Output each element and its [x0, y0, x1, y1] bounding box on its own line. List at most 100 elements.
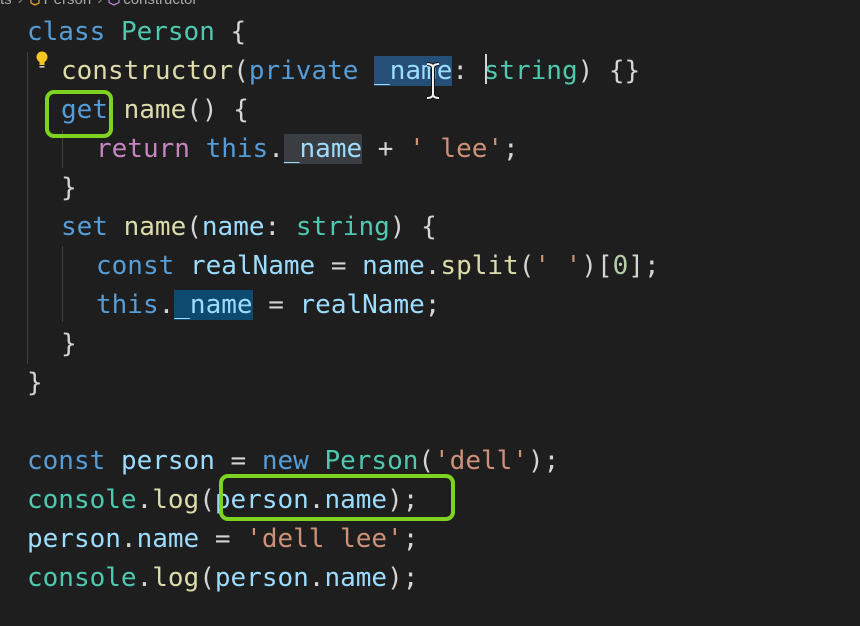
token-return: return: [96, 134, 190, 164]
token-property: name: [324, 563, 388, 593]
token-prop-highlighted: _name: [283, 134, 363, 164]
indent-guide: [62, 246, 63, 322]
token-method: log: [152, 563, 200, 593]
token-class-name: Person: [324, 446, 419, 476]
breadcrumb-separator: ›: [97, 0, 102, 8]
token-property: name: [136, 524, 200, 554]
token-paren: (: [233, 56, 249, 86]
token-object: person: [214, 563, 309, 593]
text-caret: [485, 54, 487, 84]
token-brace: }: [61, 173, 77, 203]
token-set-keyword: set: [61, 212, 108, 242]
code-line-5: }: [61, 171, 77, 205]
indent-guide: [27, 52, 28, 364]
token-dot: .: [136, 485, 153, 515]
token-punctuation: )[: [581, 251, 613, 281]
token-punctuation: () {: [186, 95, 249, 125]
token-keyword: class: [27, 17, 106, 47]
token-operator: =: [214, 446, 262, 476]
class-icon: [30, 0, 40, 6]
token-punctuation: );: [387, 563, 419, 593]
breadcrumb-item-method[interactable]: constructor: [123, 0, 197, 8]
token-this: this: [205, 134, 269, 164]
token-variable: realName: [189, 251, 316, 281]
token-paren: ): [577, 56, 594, 86]
token-brace: {: [230, 17, 247, 47]
token-punctuation: ) {: [389, 212, 437, 242]
lightbulb-icon[interactable]: [34, 50, 50, 70]
code-line-9: }: [61, 327, 77, 361]
token-operator: =: [315, 251, 363, 281]
token-semicolon: ;: [503, 134, 519, 164]
token-object: person: [27, 524, 121, 554]
token-number: 0: [612, 251, 629, 281]
code-line-15: console.log(person.name);: [27, 561, 418, 595]
token-punctuation: ];: [628, 251, 660, 281]
token-semicolon: ;: [424, 290, 441, 320]
token-dot: .: [424, 251, 441, 281]
token-dot: .: [158, 290, 175, 320]
code-line-2: constructor(private _name: string) {}: [61, 54, 640, 88]
token-semicolon: ;: [402, 524, 419, 554]
breadcrumb: ts › Person › constructor: [0, 0, 197, 9]
token-prop-highlighted: _name: [174, 290, 253, 320]
token-getter-name: name: [123, 95, 187, 125]
token-const: const: [27, 446, 106, 476]
token-console: console: [27, 485, 137, 515]
token-dot: .: [136, 563, 153, 593]
code-line-1: class Person {: [27, 15, 246, 49]
token-variable: realName: [299, 290, 425, 320]
token-console: console: [27, 563, 137, 593]
token-string: 'dell': [434, 446, 528, 476]
ibeam-cursor-icon: [426, 62, 440, 100]
token-this: this: [96, 290, 159, 320]
token-brace: }: [61, 329, 77, 359]
token-paren: (: [186, 212, 202, 242]
annotation-box-person-name: [219, 474, 455, 521]
token-new: new: [261, 446, 309, 476]
token-operator: =: [252, 290, 300, 320]
breadcrumb-separator: ›: [18, 0, 23, 8]
token-paren: (: [199, 563, 215, 593]
token-const: const: [96, 251, 175, 281]
token-method: split: [440, 251, 519, 281]
breadcrumb-item-file[interactable]: ts: [0, 0, 12, 8]
token-colon: :: [264, 212, 281, 242]
token-variable: person: [120, 446, 215, 476]
token-operator: +: [362, 134, 410, 164]
token-modifier: private: [248, 56, 359, 86]
token-method: log: [152, 485, 200, 515]
token-object: name: [362, 251, 425, 281]
code-line-10: }: [27, 366, 43, 400]
code-line-7: const realName = name.split(' ')[0];: [96, 249, 660, 283]
token-string: ' lee': [409, 134, 504, 164]
token-constructor: constructor: [61, 56, 234, 86]
token-punctuation: );: [527, 446, 560, 476]
annotation-box-get: [45, 90, 113, 138]
breadcrumb-item-class[interactable]: Person: [44, 0, 92, 8]
code-line-4: return this._name + ' lee';: [96, 132, 519, 166]
code-line-14: person.name = 'dell lee';: [27, 522, 418, 556]
token-dot: .: [268, 134, 284, 164]
token-type: string: [483, 56, 578, 86]
token-paren: (: [518, 251, 535, 281]
token-string: 'dell lee': [246, 524, 403, 554]
code-line-6: set name(name: string) {: [61, 210, 437, 244]
token-body: {}: [608, 56, 641, 86]
token-string: ' ': [534, 251, 582, 281]
code-line-8: this._name = realName;: [96, 288, 440, 322]
token-class-name: Person: [120, 17, 215, 47]
token-paren: (: [418, 446, 435, 476]
token-dot: .: [120, 524, 137, 554]
token-setter-name: name: [123, 212, 187, 242]
token-dot: .: [308, 563, 325, 593]
token-type: string: [295, 212, 390, 242]
token-operator: =: [199, 524, 247, 554]
code-editor[interactable]: ts › Person › constructor class Person { con…: [0, 0, 860, 626]
token-paren: (: [199, 485, 215, 515]
token-param: name: [201, 212, 265, 242]
method-icon: [108, 0, 120, 6]
token-brace: }: [27, 368, 43, 398]
token-colon: :: [452, 56, 469, 86]
code-line-12: const person = new Person('dell');: [27, 444, 559, 478]
